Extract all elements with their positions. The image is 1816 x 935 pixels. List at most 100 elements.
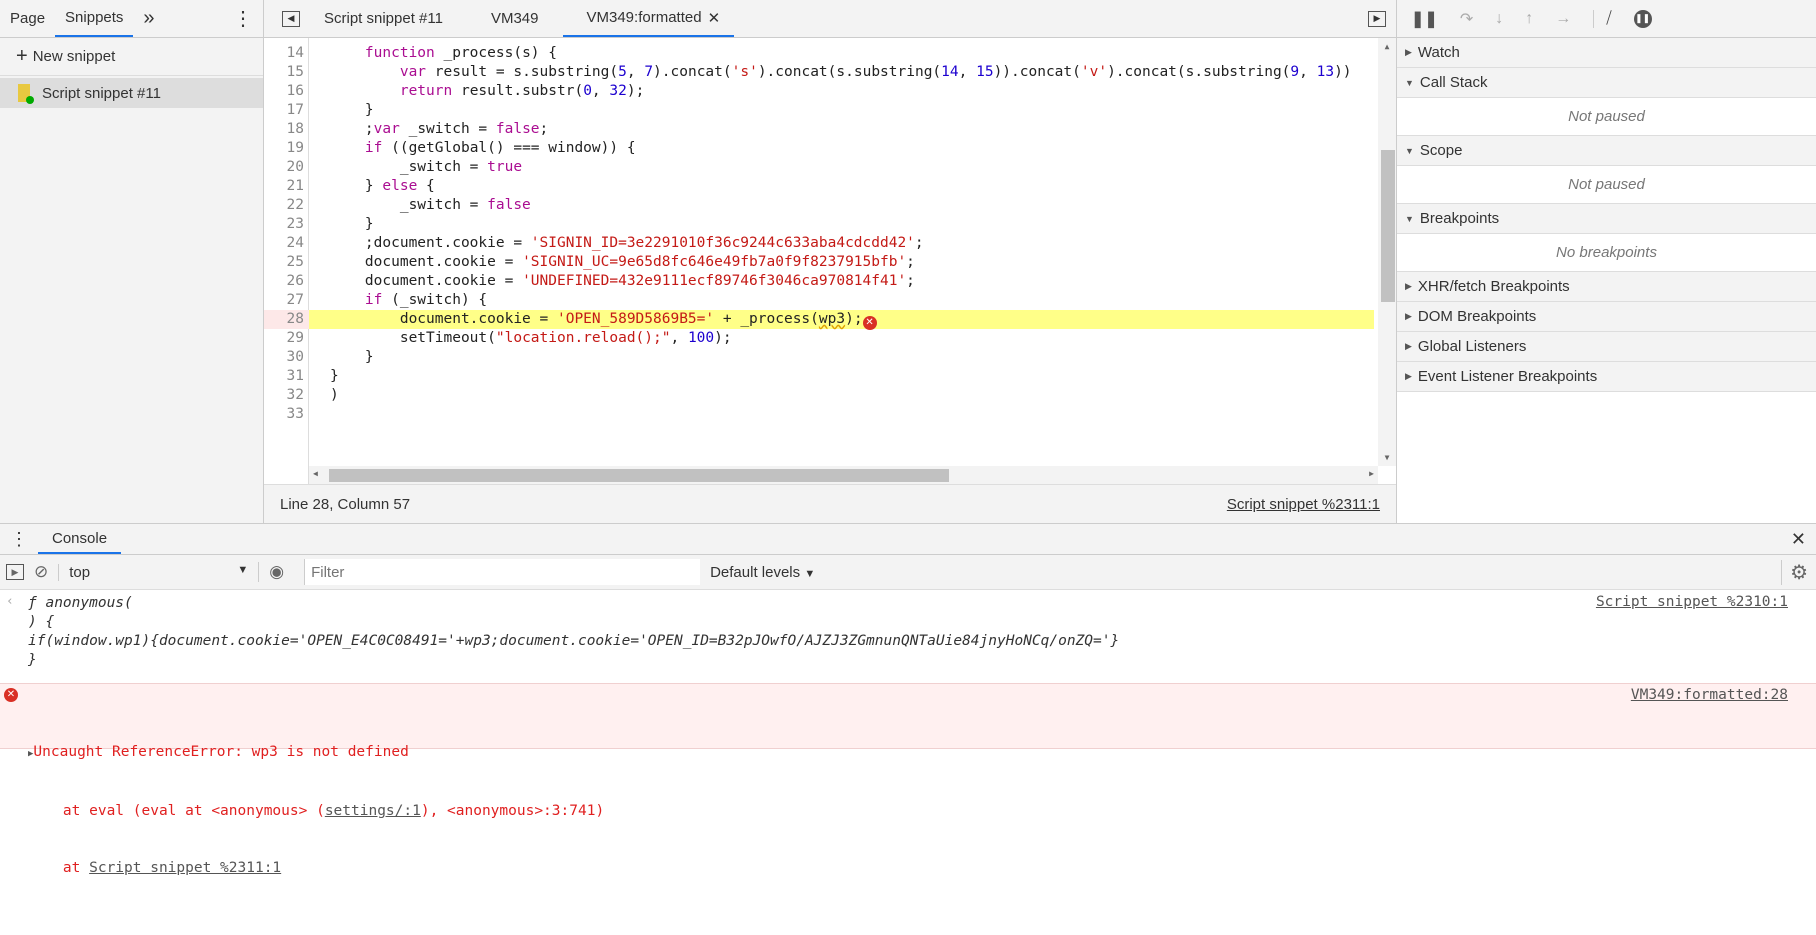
navigator-panel: Page Snippets » ⋮ + New snippet Script s… — [0, 0, 264, 523]
code-line[interactable]: 21 } else { — [264, 177, 1374, 196]
line-number[interactable]: 19 — [264, 139, 304, 158]
code-line[interactable]: 30 } — [264, 348, 1374, 367]
code-line[interactable]: 19 if ((getGlobal() === window)) { — [264, 139, 1374, 158]
section-global-listeners[interactable]: ▶ Global Listeners — [1397, 332, 1816, 362]
line-text: ;var _switch = false; — [330, 121, 549, 137]
code-line[interactable]: 25 document.cookie = 'SIGNIN_UC=9e65d8fc… — [264, 253, 1374, 272]
line-number[interactable]: 27 — [264, 291, 304, 310]
source-link[interactable]: Script snippet %2311:1 — [1227, 496, 1380, 513]
new-snippet-button[interactable]: + New snippet — [0, 38, 263, 76]
step-into-icon[interactable]: ↓ — [1495, 10, 1503, 28]
toggle-navigator-icon[interactable]: ◀ — [272, 0, 310, 37]
tab-console[interactable]: Console — [38, 524, 122, 554]
code-line[interactable]: 28 document.cookie = 'OPEN_589D5869B5=' … — [264, 310, 1374, 330]
vertical-scrollbar[interactable]: ▲ ▼ — [1378, 38, 1396, 466]
code-line[interactable]: 16 return result.substr(0, 32); — [264, 82, 1374, 101]
line-number[interactable]: 30 — [264, 348, 304, 367]
horizontal-scrollbar[interactable]: ◀ ▶ — [309, 466, 1378, 484]
kebab-menu-icon[interactable]: ⋮ — [223, 0, 263, 37]
filter-input[interactable] — [304, 559, 701, 585]
deactivate-breakpoints-icon[interactable]: ⧸ — [1593, 9, 1612, 28]
line-number[interactable]: 17 — [264, 101, 304, 120]
stack-text: at — [28, 860, 90, 876]
line-number[interactable]: 16 — [264, 82, 304, 101]
dropdown-arrow-icon: ▼ — [237, 563, 249, 576]
line-number[interactable]: 22 — [264, 196, 304, 215]
more-tabs-button[interactable]: » — [133, 0, 164, 37]
code-editor[interactable]: 14 function _process(s) {15 var result =… — [264, 38, 1396, 484]
section-xhr-fetch-breakpoints[interactable]: ▶ XHR/fetch Breakpoints — [1397, 272, 1816, 302]
settings-gear-icon[interactable]: ⚙ — [1781, 559, 1808, 585]
section-dom-breakpoints[interactable]: ▶ DOM Breakpoints — [1397, 302, 1816, 332]
pause-icon[interactable]: ❚❚ — [1411, 9, 1438, 29]
code-line[interactable]: 18 ;var _switch = false; — [264, 120, 1374, 139]
horizontal-scroll-thumb[interactable] — [329, 469, 949, 482]
tab-vm349[interactable]: VM349 — [467, 0, 563, 37]
triangle-down-icon: ▼ — [1405, 77, 1414, 88]
line-number[interactable]: 26 — [264, 272, 304, 291]
editor-panel: ◀ Script snippet #11 VM349 VM349:formatt… — [264, 0, 1396, 523]
section-event-listener-breakpoints[interactable]: ▶ Event Listener Breakpoints — [1397, 362, 1816, 392]
code-line[interactable]: 32) — [264, 386, 1374, 405]
show-sidebar-icon[interactable]: ▶ — [6, 564, 24, 580]
clear-console-icon[interactable]: ⊘ — [34, 562, 48, 582]
line-number[interactable]: 15 — [264, 63, 304, 82]
code-line[interactable]: 15 var result = s.substring(5, 7).concat… — [264, 63, 1374, 82]
close-icon[interactable]: ✕ — [708, 9, 721, 27]
log-levels-dropdown[interactable]: Default levels ▼ — [710, 564, 815, 581]
drawer-menu-icon[interactable]: ⋮ — [0, 524, 38, 554]
eye-icon[interactable]: ◉ — [258, 562, 294, 582]
error-message[interactable]: Uncaught ReferenceError: wp3 is not defi… — [33, 744, 408, 760]
line-number[interactable]: 23 — [264, 215, 304, 234]
code-line[interactable]: 29 setTimeout("location.reload();", 100)… — [264, 329, 1374, 348]
pause-on-exceptions-icon[interactable]: ❚❚ — [1633, 9, 1652, 28]
section-breakpoints[interactable]: ▼ Breakpoints — [1397, 204, 1816, 234]
line-number[interactable]: 29 — [264, 329, 304, 348]
code-line[interactable]: 27 if (_switch) { — [264, 291, 1374, 310]
tab-vm349-formatted[interactable]: VM349:formatted ✕ — [562, 0, 735, 37]
triangle-right-icon: ▶ — [1405, 281, 1412, 291]
line-number[interactable]: 18 — [264, 120, 304, 139]
line-number[interactable]: 20 — [264, 158, 304, 177]
error-source-link[interactable]: VM349:formatted:28 — [1631, 686, 1788, 705]
line-number[interactable]: 21 — [264, 177, 304, 196]
result-source-link[interactable]: Script snippet %2310:1 — [1596, 594, 1788, 610]
line-number[interactable]: 24 — [264, 234, 304, 253]
vertical-scroll-thumb[interactable] — [1381, 150, 1395, 302]
close-drawer-icon[interactable]: ✕ — [1781, 524, 1816, 554]
section-empty-message: Not paused — [1397, 98, 1816, 136]
new-snippet-label: New snippet — [32, 48, 116, 65]
tab-snippets[interactable]: Snippets — [55, 0, 134, 37]
line-text: var result = s.substring(5, 7).concat('s… — [399, 64, 1352, 80]
debugger-sidebar: ❚❚ ↷ ↓ ↑ → ⧸ ❚❚ ▶ Watch ▼ Call Stack Not pau… — [1396, 0, 1816, 523]
line-number[interactable]: 31 — [264, 367, 304, 386]
line-text: return result.substr(0, 32); — [399, 83, 645, 99]
step-icon[interactable]: → — [1555, 10, 1571, 28]
line-number[interactable]: 28 — [264, 310, 309, 329]
step-over-icon[interactable]: ↷ — [1460, 9, 1473, 29]
section-watch[interactable]: ▶ Watch — [1397, 38, 1816, 68]
toggle-debugger-icon[interactable]: ▶ — [1358, 0, 1396, 37]
code-line[interactable]: 22 _switch = false — [264, 196, 1374, 215]
code-line[interactable]: 26 document.cookie = 'UNDEFINED=432e9111… — [264, 272, 1374, 291]
tab-script-snippet[interactable]: Script snippet #11 — [310, 0, 467, 37]
context-selector[interactable]: top ▼ — [58, 563, 249, 581]
step-out-icon[interactable]: ↑ — [1525, 10, 1533, 28]
stack-link-settings[interactable]: settings/:1 — [325, 803, 421, 819]
code-line[interactable]: 17 } — [264, 101, 1374, 120]
snippet-item[interactable]: Script snippet #11 — [0, 78, 263, 108]
code-line[interactable]: 23 } — [264, 215, 1374, 234]
line-number[interactable]: 25 — [264, 253, 304, 272]
code-line[interactable]: 20 _switch = true — [264, 158, 1374, 177]
code-line[interactable]: 14 function _process(s) { — [264, 44, 1374, 63]
line-number[interactable]: 32 — [264, 386, 304, 405]
code-line[interactable]: 31} — [264, 367, 1374, 386]
tab-page[interactable]: Page — [0, 0, 55, 37]
line-number[interactable]: 14 — [264, 44, 304, 63]
stack-link-snippet[interactable]: Script snippet %2311:1 — [89, 860, 281, 876]
section-call-stack[interactable]: ▼ Call Stack — [1397, 68, 1816, 98]
code-line[interactable]: 33 — [264, 405, 1374, 424]
code-line[interactable]: 24 ;document.cookie = 'SIGNIN_ID=3e22910… — [264, 234, 1374, 253]
line-number[interactable]: 33 — [264, 405, 304, 424]
section-scope[interactable]: ▼ Scope — [1397, 136, 1816, 166]
